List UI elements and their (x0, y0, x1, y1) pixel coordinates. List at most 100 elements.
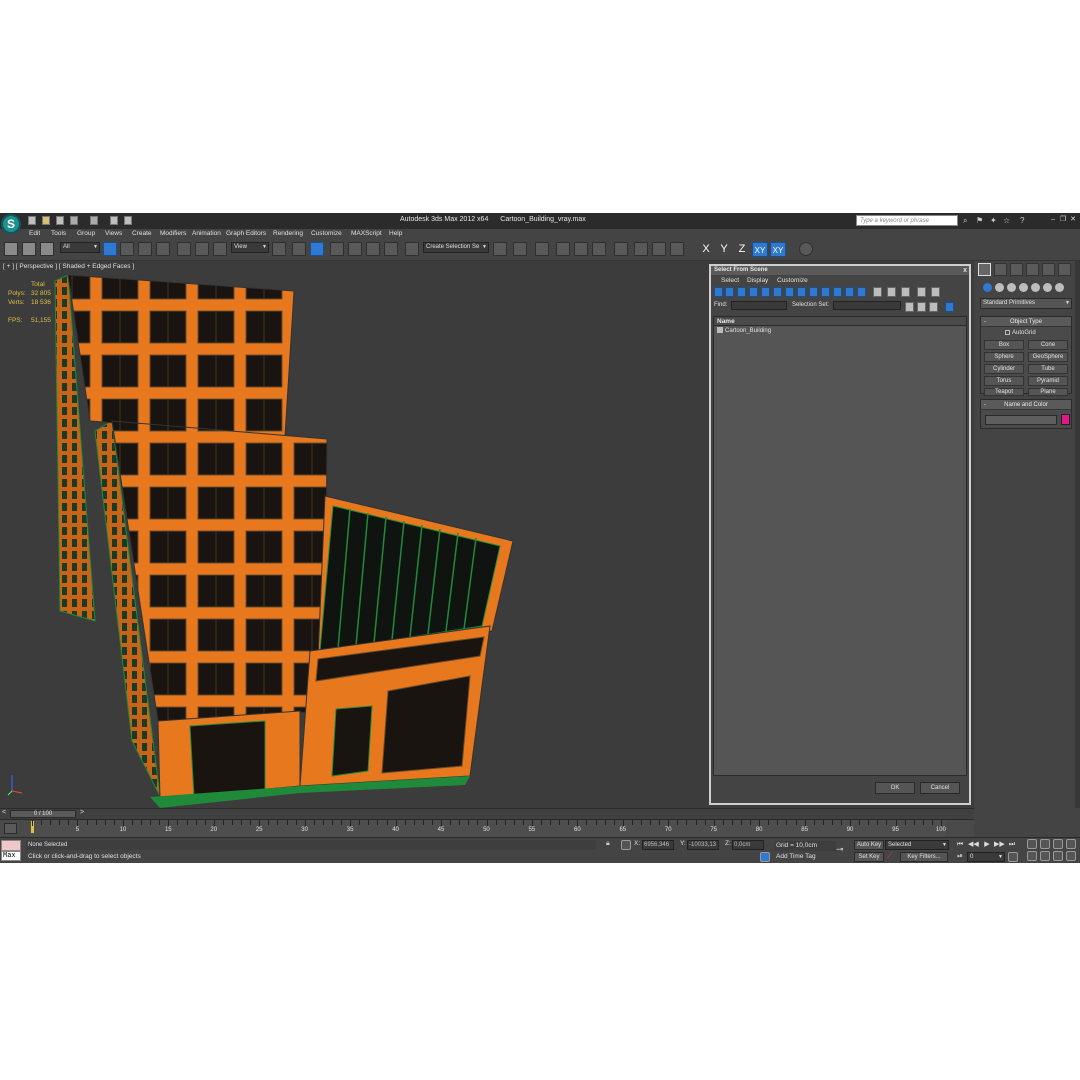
create-tab-icon[interactable] (978, 263, 991, 276)
primitive-category-dropdown[interactable]: Standard Primitives (980, 298, 1072, 309)
rotate-icon[interactable] (195, 242, 209, 256)
zoom-icon[interactable] (1027, 839, 1037, 849)
display-all-icon[interactable] (857, 287, 866, 297)
lock-selection-icon[interactable]: 🔒︎ (606, 840, 610, 848)
curve-editor-mini-icon[interactable] (4, 823, 17, 834)
redo-icon[interactable] (90, 216, 98, 225)
lights-category-icon[interactable] (1007, 283, 1016, 292)
window-crossing-icon[interactable] (156, 242, 170, 256)
axis-xy-cycle-button[interactable]: XY (770, 242, 786, 257)
find-input[interactable] (731, 301, 787, 310)
command-panel-scrollbar[interactable] (1075, 261, 1080, 808)
pan-view-icon[interactable] (1040, 851, 1050, 861)
key-filters-button[interactable]: Key Filters... (900, 852, 948, 862)
dialog-menu-select[interactable]: Select (721, 277, 739, 284)
open-file-icon[interactable] (42, 216, 50, 225)
scene-object-list[interactable]: Name Cartoon_Building (713, 316, 967, 776)
orbit-icon[interactable] (1053, 851, 1063, 861)
torus-button[interactable]: Torus (984, 376, 1024, 386)
go-to-start-icon[interactable]: ⏮ (955, 840, 965, 850)
create-set-icon[interactable] (905, 302, 914, 312)
teapot-button[interactable]: Teapot (984, 388, 1024, 396)
select-manipulate-icon[interactable] (292, 242, 306, 256)
select-by-name-icon[interactable] (120, 242, 134, 256)
go-to-end-icon[interactable]: ⏭ (1007, 840, 1017, 850)
favorites-star-icon[interactable]: ☆ (1003, 216, 1010, 225)
cone-button[interactable]: Cone (1028, 340, 1068, 350)
systems-category-icon[interactable] (1055, 283, 1064, 292)
time-slider-next-arrow[interactable]: > (80, 809, 84, 816)
key-mode-toggle-icon[interactable]: ⏯ (955, 852, 965, 862)
selection-set-dropdown[interactable] (833, 301, 901, 310)
select-children-icon[interactable] (945, 302, 954, 312)
helpers-category-icon[interactable] (1031, 283, 1040, 292)
display-helpers-icon[interactable] (761, 287, 770, 297)
display-shapes-icon[interactable] (725, 287, 734, 297)
render-setup-icon[interactable] (634, 242, 648, 256)
pivot-center-icon[interactable] (272, 242, 286, 256)
object-name-input[interactable] (985, 415, 1057, 425)
hierarchy-tab-icon[interactable] (1010, 263, 1023, 276)
display-groups-icon[interactable] (785, 287, 794, 297)
sphere-button[interactable]: Sphere (984, 352, 1024, 362)
previous-frame-icon[interactable]: ◀◀ (968, 840, 979, 850)
object-type-header[interactable]: - Object Type (981, 317, 1071, 327)
key-icon[interactable]: ✦ (990, 216, 997, 225)
mirror-icon[interactable] (493, 242, 507, 256)
cylinder-button[interactable]: Cylinder (984, 364, 1024, 374)
dialog-menu-customize[interactable]: Customize (777, 277, 808, 284)
menu-graph-editors[interactable]: Graph Editors (226, 230, 266, 237)
maximize-viewport-icon[interactable] (1066, 851, 1076, 861)
save-icon[interactable] (56, 216, 64, 225)
scale-icon[interactable] (213, 242, 227, 256)
menu-animation[interactable]: Animation (192, 230, 221, 237)
move-icon[interactable] (177, 242, 191, 256)
pyramid-button[interactable]: Pyramid (1028, 376, 1068, 386)
motion-tab-icon[interactable] (1026, 263, 1039, 276)
display-none-icon[interactable] (873, 287, 882, 297)
help-icon[interactable]: ? (1020, 216, 1024, 225)
menu-modifiers[interactable]: Modifiers (160, 230, 186, 237)
selection-filter-dropdown[interactable]: All (60, 242, 100, 253)
select-link-icon[interactable] (4, 242, 18, 256)
zoom-all-icon[interactable] (1040, 839, 1050, 849)
time-slider-prev-arrow[interactable]: < (2, 809, 6, 816)
project-folder-icon[interactable] (110, 216, 118, 225)
zoom-extents-icon[interactable] (1053, 839, 1063, 849)
axis-xy-button[interactable]: XY (752, 242, 768, 257)
time-slider[interactable]: < 0 / 100 > (0, 808, 974, 819)
ok-button[interactable]: OK (875, 782, 915, 794)
shapes-category-icon[interactable] (995, 283, 1004, 292)
display-hidden-icon[interactable] (845, 287, 854, 297)
communication-icon[interactable]: ⚑ (976, 216, 983, 225)
name-column-header[interactable]: Name (714, 317, 966, 326)
add-time-tag[interactable]: Add Time Tag (776, 853, 816, 860)
key-mode-dropdown[interactable]: Selected (885, 840, 949, 850)
schematic-view-icon[interactable] (592, 242, 606, 256)
set-key-button[interactable]: Set Key (854, 852, 884, 862)
render-production-icon[interactable] (670, 242, 684, 256)
sort-icon[interactable] (901, 287, 910, 297)
menu-tools[interactable]: Tools (51, 230, 66, 237)
name-and-color-header[interactable]: - Name and Color (981, 400, 1071, 410)
display-lights-icon[interactable] (737, 287, 746, 297)
y-coordinate-field[interactable]: -10033,13 (687, 840, 719, 850)
next-frame-icon[interactable]: ▶▶ (994, 840, 1005, 850)
filter-icon[interactable] (917, 287, 926, 297)
maxscript-input[interactable]: Max (1, 851, 21, 861)
plane-button[interactable]: Plane (1028, 388, 1068, 396)
viewport-label[interactable]: [ + ] [ Perspective ] [ Shaded + Edged F… (3, 263, 134, 270)
auto-key-button[interactable]: Auto Key (854, 840, 884, 850)
geometry-category-icon[interactable] (983, 283, 992, 292)
list-item[interactable]: Cartoon_Building (714, 326, 966, 336)
tube-button[interactable]: Tube (1028, 364, 1068, 374)
menu-create[interactable]: Create (132, 230, 152, 237)
display-cameras-icon[interactable] (749, 287, 758, 297)
absolute-mode-icon[interactable] (621, 840, 631, 850)
display-tab-icon[interactable] (1042, 263, 1055, 276)
autogrid-checkbox[interactable]: AutoGrid (1005, 330, 1036, 336)
reference-coordinate-dropdown[interactable]: View (231, 242, 269, 253)
graphite-ribbon-icon[interactable] (556, 242, 570, 256)
add-to-set-icon[interactable] (929, 302, 938, 312)
zoom-extents-all-icon[interactable] (1066, 839, 1076, 849)
